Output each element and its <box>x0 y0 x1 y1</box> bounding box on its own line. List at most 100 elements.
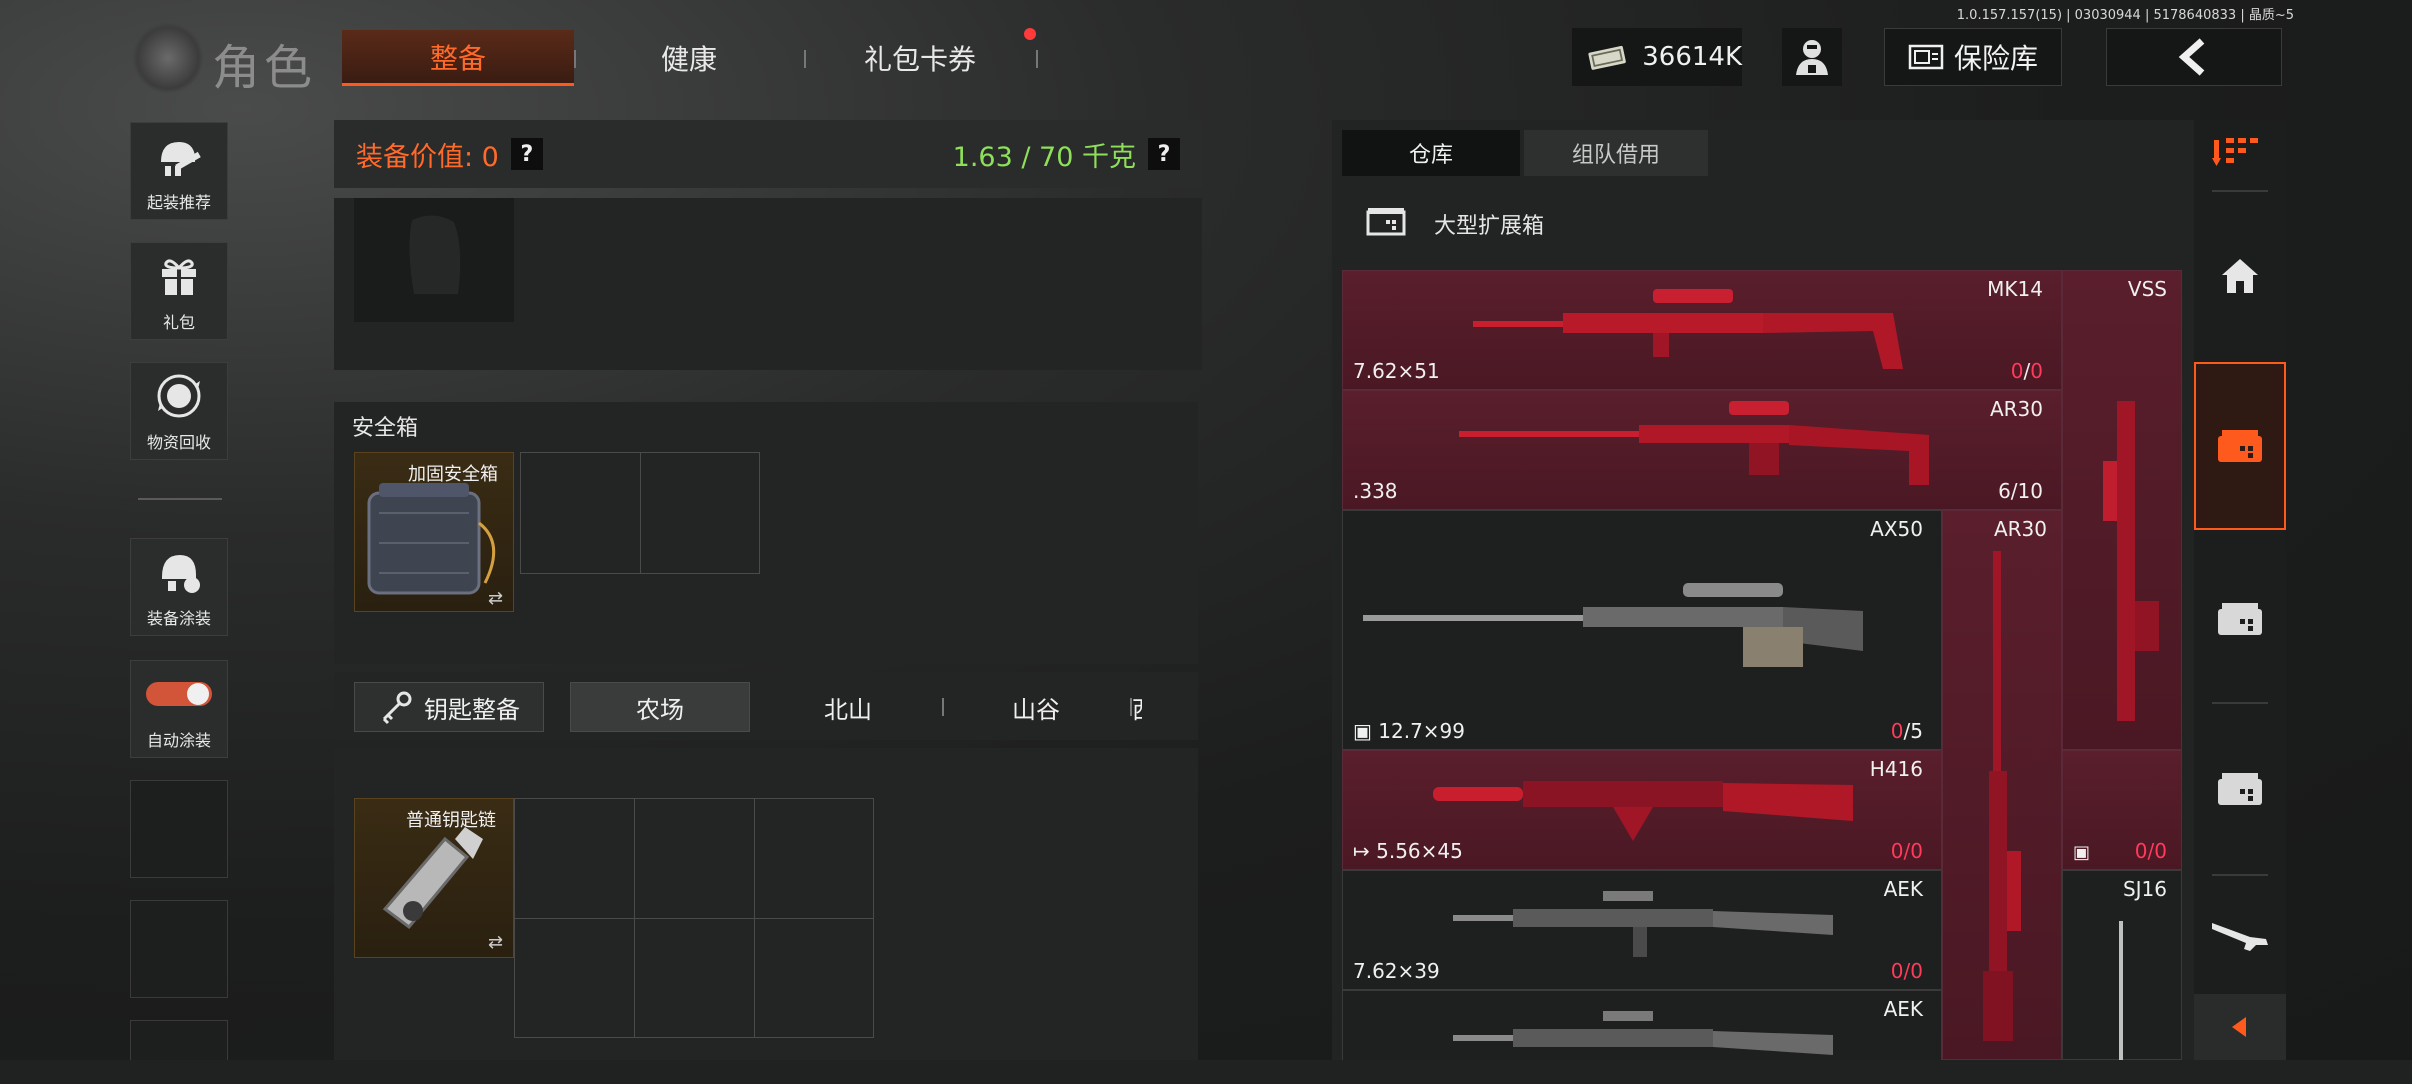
tab-team-borrow[interactable]: 组队借用 <box>1524 130 1708 176</box>
sidebar-empty-slot <box>130 780 228 878</box>
tab-equip[interactable]: 整备 <box>342 30 574 86</box>
weapon-count: 0/0 <box>2135 839 2167 863</box>
weapon-card-aek[interactable]: AEK <box>1342 990 1942 1060</box>
bottom-bar <box>0 1060 2412 1084</box>
weapon-card-aek[interactable]: AEK 7.62×39 0/0 <box>1342 870 1942 990</box>
count-max: 0 <box>2030 359 2043 383</box>
swap-icon[interactable]: ⇄ <box>488 932 503 953</box>
vault-icon <box>1908 44 1944 70</box>
equipment-summary-bar: 装备价值: 0 ? 1.63 / 70 千克 ? <box>334 120 1202 188</box>
weapon-card-sj16[interactable]: SJ16 <box>2062 870 2182 1060</box>
rail-item-large-box[interactable] <box>2194 362 2286 530</box>
equipment-weight-text: 1.63 / 70 千克 <box>952 141 1136 173</box>
keychain-item-label: 普通钥匙链 <box>406 810 496 831</box>
currency-display: 36614K <box>1572 28 1742 86</box>
assault-rifle-icon <box>1433 781 1853 841</box>
backpack-slot[interactable] <box>354 198 514 322</box>
weapon-count: 6/10 <box>1998 479 2043 503</box>
paint-helmet-icon <box>162 555 200 593</box>
rail-divider <box>2212 874 2268 876</box>
assault-rifle-icon <box>1453 891 1833 957</box>
operator-avatar-icon <box>1796 40 1828 75</box>
count-max: 0 <box>1910 839 1923 863</box>
weapon-name: AR30 <box>1993 517 2047 541</box>
box-icon <box>2218 430 2262 462</box>
toggle-icon[interactable] <box>144 678 214 710</box>
sidebar-item-recycle[interactable]: 物资回收 <box>130 362 228 460</box>
cash-icon <box>1588 45 1626 70</box>
page-title: 角色 <box>212 40 317 96</box>
weapon-name: AEK <box>1883 997 1923 1021</box>
weapon-name: SJ16 <box>2122 877 2167 901</box>
equipment-value: 装备价值: 0 ? <box>356 135 543 174</box>
rifle-icon <box>2119 921 2123 1060</box>
weapon-ammo: 7.62×51 <box>1353 359 1440 383</box>
rail-item-box-2[interactable] <box>2194 536 2286 702</box>
swap-icon[interactable]: ⇄ <box>488 588 503 609</box>
rifle-icon <box>1473 289 1903 369</box>
rail-item-home[interactable] <box>2194 196 2286 356</box>
weapon-name: MK14 <box>1987 277 2043 301</box>
large-box-icon <box>1366 208 1406 236</box>
rail-item-box-3[interactable] <box>2194 706 2286 872</box>
weapon-card-mk14[interactable]: MK14 7.62×51 0/0 <box>1342 270 2062 390</box>
equipment-weight: 1.63 / 70 千克 ? <box>953 135 1180 174</box>
rail-item-weapons[interactable] <box>2194 880 2286 990</box>
count-current: 0 <box>2010 359 2024 383</box>
weapon-grid: MK14 7.62×51 0/0 VSS AR30 .338 6/10 AX50… <box>1342 270 2182 1060</box>
sniper-rifle-icon <box>1459 401 1929 485</box>
map-tab-west[interactable]: 西 <box>1132 682 1196 732</box>
backpack-silhouette-icon <box>409 215 461 294</box>
count-max: 10 <box>2017 479 2043 503</box>
sort-icon[interactable] <box>2212 134 2264 170</box>
count-current: 0 <box>1890 839 1904 863</box>
value-help-button[interactable]: ? <box>510 138 543 170</box>
tab-health[interactable]: 健康 <box>580 30 798 86</box>
count-max: 0 <box>1910 959 1923 983</box>
weapon-name: VSS <box>2127 277 2167 301</box>
gift-icon <box>162 259 196 295</box>
vault-button[interactable]: 保险库 <box>1884 28 2062 86</box>
sidebar-item-loadout-recommend[interactable]: 起装推荐 <box>130 122 228 220</box>
sniper-rifle-icon <box>1363 583 1863 667</box>
assault-rifle-icon <box>1453 1011 1833 1055</box>
weight-help-button[interactable]: ? <box>1148 138 1180 170</box>
weapon-card-ar30-tall[interactable]: AR30 <box>1942 510 2062 1060</box>
weapon-count: 0/0 <box>1891 959 1923 983</box>
tab-warehouse[interactable]: 仓库 <box>1342 130 1520 176</box>
profile-button[interactable] <box>1782 28 1842 86</box>
ammo-text: 5.56×45 <box>1376 839 1463 863</box>
ammo-text: 12.7×99 <box>1378 719 1466 743</box>
count-separator: / <box>2010 479 2018 503</box>
sidebar-item-gift[interactable]: 礼包 <box>130 242 228 340</box>
tab-gift-coupons[interactable]: 礼包卡券 <box>810 30 1030 86</box>
map-tab-north-hill[interactable]: 北山 <box>758 682 938 732</box>
sidebar-item-label: 起装推荐 <box>146 193 211 212</box>
weapon-card-ar30[interactable]: AR30 .338 6/10 <box>1342 390 2062 510</box>
weapon-name: H416 <box>1869 757 1923 781</box>
sidebar-item-equip-skin[interactable]: 装备涂装 <box>130 538 228 636</box>
weapon-card-ax50[interactable]: AX50 ▣ 12.7×99 0/5 <box>1342 510 1942 750</box>
weapon-name: AEK <box>1883 877 1923 901</box>
map-tab-valley[interactable]: 山谷 <box>946 682 1126 732</box>
weapon-count: 0/0 <box>1891 839 1923 863</box>
key-equip-button[interactable]: 钥匙整备 <box>354 682 544 732</box>
character-logo-icon <box>132 22 204 94</box>
weapon-card-vss-count[interactable]: ▣ 0/0 <box>2062 750 2182 870</box>
safe-box-section-label: 安全箱 <box>352 416 419 441</box>
back-button[interactable] <box>2106 28 2282 86</box>
weapon-ammo: ▣ 12.7×99 <box>1353 719 1466 743</box>
sidebar-empty-slot <box>130 900 228 998</box>
count-max: 5 <box>1910 719 1923 743</box>
weapon-card-h416[interactable]: H416 ↦ 5.56×45 0/0 <box>1342 750 1942 870</box>
sidebar-item-label: 自动涂装 <box>146 731 211 750</box>
map-tab-farm[interactable]: 农场 <box>570 682 750 732</box>
collapse-rail-button[interactable] <box>2194 994 2286 1060</box>
sidebar-item-auto-skin[interactable]: 自动涂装 <box>130 660 228 758</box>
weapon-ammo: ↦ 5.56×45 <box>1353 839 1463 863</box>
notification-dot <box>1024 28 1036 40</box>
weapon-card-vss[interactable]: VSS <box>2062 270 2182 750</box>
version-text: 1.0.157.157(15) | 03030944 | 5178640833 … <box>1956 8 2294 23</box>
weapon-count: 0/5 <box>1891 719 1923 743</box>
vault-label: 保险库 <box>1953 42 2038 75</box>
